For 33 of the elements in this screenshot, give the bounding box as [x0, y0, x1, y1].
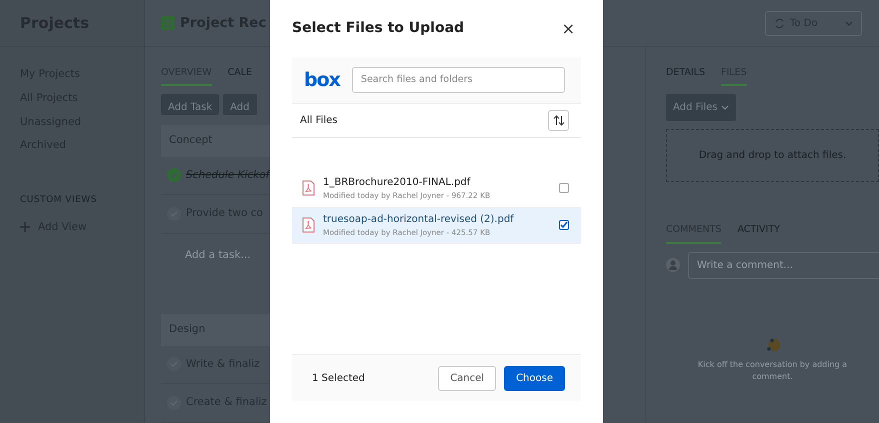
file-name: 1_BRBrochure2010-FINAL.pdf: [323, 176, 472, 190]
add-task-field[interactable]: Add a task...: [161, 234, 270, 304]
check-icon[interactable]: [167, 396, 181, 410]
comment-field[interactable]: Write a comment...: [688, 252, 879, 278]
cancel-button[interactable]: Cancel: [438, 366, 496, 391]
add-button[interactable]: Add: [223, 94, 256, 115]
add-button[interactable]: Add Task: [161, 94, 220, 115]
check-icon: [560, 221, 568, 228]
choose-button[interactable]: Choose: [504, 366, 565, 391]
logo: box: [304, 70, 340, 90]
checkbox[interactable]: [559, 183, 569, 194]
plus-icon: [20, 222, 30, 232]
folder-icon: [161, 16, 175, 30]
avatar-icon: [666, 258, 680, 272]
check-circle-icon[interactable]: [167, 168, 181, 182]
check-icon[interactable]: [167, 207, 181, 222]
chevron-down-icon: [721, 105, 730, 110]
close-button[interactable]: ×: [556, 16, 581, 40]
pdf-file-icon: [302, 180, 315, 196]
selection-count: 1 Selected: [312, 372, 365, 386]
check-icon[interactable]: [167, 357, 181, 372]
sort-icon: [552, 115, 564, 126]
add-files-button[interactable]: Add Files: [666, 94, 736, 122]
search-field[interactable]: Search files and folders: [352, 67, 565, 94]
empty-message: Kick off the conversation by adding a comment.: [698, 358, 848, 382]
sort-button[interactable]: [548, 110, 569, 132]
dialog-title: Select Files to Upload: [292, 19, 464, 38]
folder-name: All Files: [300, 114, 338, 128]
checkbox[interactable]: [559, 220, 569, 230]
chevron-down-icon: [845, 20, 853, 26]
refresh-icon: [774, 18, 785, 28]
pdf-file-icon: [302, 216, 315, 233]
file-name: truesoap-ad-horizontal-revised (2).pdf: [323, 212, 514, 226]
